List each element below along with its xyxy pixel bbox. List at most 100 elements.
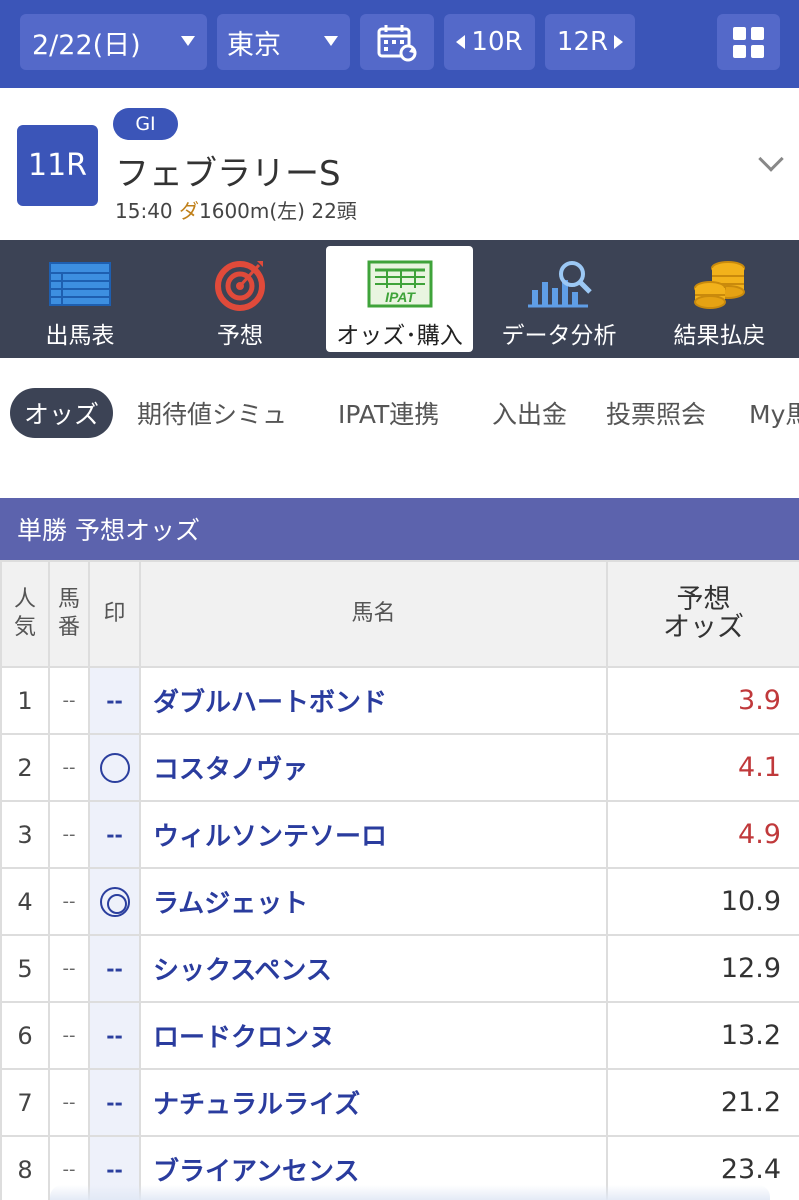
popularity-cell: 8	[0, 1135, 50, 1200]
horse-number-cell: --	[48, 800, 90, 869]
tab-deposit[interactable]: 入出金	[492, 388, 567, 438]
nav-odds-purchase[interactable]: IPAT オッズ･購入	[326, 246, 473, 352]
triangle-right-icon	[614, 35, 624, 49]
entry-table-icon	[49, 262, 111, 306]
odds-value: 3.9	[606, 666, 799, 735]
horse-number-cell: --	[48, 666, 90, 735]
mark-cell[interactable]: --	[88, 1068, 141, 1137]
table-row[interactable]: 1 -- -- ダブルハートボンド 3.9	[0, 666, 799, 735]
mark-cell[interactable]: --	[88, 800, 141, 869]
mark-cell[interactable]: --	[88, 934, 141, 1003]
target-icon	[215, 261, 265, 311]
caret-down-icon	[181, 36, 195, 46]
mark-text: --	[106, 956, 123, 981]
mark-text: --	[106, 1090, 123, 1115]
venue-label: 東京	[227, 29, 281, 61]
next-race-button[interactable]: 12R	[545, 14, 635, 70]
nav-data-analysis[interactable]: データ分析	[478, 240, 640, 358]
odds-value: 4.1	[606, 733, 799, 802]
table-row[interactable]: 7 -- -- ナチュラルライズ 21.2	[0, 1068, 799, 1137]
table-row[interactable]: 4 -- ラムジェット 10.9	[0, 867, 799, 936]
section-title: 単勝 予想オッズ	[0, 498, 799, 560]
table-row[interactable]: 2 -- コスタノヴァ 4.1	[0, 733, 799, 802]
tab-vote-inquiry[interactable]: 投票照会	[606, 388, 706, 438]
tab-ipat-link[interactable]: IPAT連携	[338, 388, 439, 438]
date-select[interactable]: 2/22(日)	[20, 14, 207, 70]
popularity-cell: 4	[0, 867, 50, 936]
chevron-down-icon[interactable]	[758, 146, 784, 172]
tab-odds[interactable]: オッズ	[10, 388, 114, 438]
header-odds[interactable]: 予想 オッズ	[606, 560, 799, 668]
calendar-button[interactable]	[360, 14, 434, 70]
horse-number-cell: --	[48, 1001, 90, 1070]
mark-text: --	[106, 1023, 123, 1048]
nav-label: 出馬表	[45, 323, 115, 349]
main-nav: 出馬表 予想 IPAT オッズ･購入 データ分析 結果払戻	[0, 240, 799, 358]
popularity-cell: 6	[0, 1001, 50, 1070]
table-row[interactable]: 3 -- -- ウィルソンテソーロ 4.9	[0, 800, 799, 869]
race-header[interactable]: 11R GI フェブラリーS 15:40 ダ1600m(左) 22頭	[0, 88, 799, 240]
race-surface: ダ	[179, 199, 199, 223]
triangle-left-icon	[456, 35, 466, 49]
nav-entry-table[interactable]: 出馬表	[0, 240, 160, 358]
horse-number-cell: --	[48, 733, 90, 802]
odds-value: 4.9	[606, 800, 799, 869]
race-name: フェブラリーS	[115, 154, 341, 194]
odds-value: 12.9	[606, 934, 799, 1003]
prev-race-label: 10R	[471, 27, 523, 57]
horse-name-link[interactable]: ダブルハートボンド	[139, 666, 608, 735]
horse-name-link[interactable]: ナチュラルライズ	[139, 1068, 608, 1137]
horse-name-link[interactable]: ウィルソンテソーロ	[139, 800, 608, 869]
horse-number-cell: --	[48, 1068, 90, 1137]
odds-value: 13.2	[606, 1001, 799, 1070]
header-popularity[interactable]: 人気	[0, 560, 50, 668]
calendar-refresh-icon	[377, 25, 417, 62]
horse-name-link[interactable]: シックスペンス	[139, 934, 608, 1003]
popularity-cell: 7	[0, 1068, 50, 1137]
header-mark: 印	[88, 560, 141, 668]
circle-mark-icon	[99, 752, 130, 783]
top-bar: 2/22(日) 東京 10R 12R	[0, 0, 799, 88]
popularity-cell: 1	[0, 666, 50, 735]
popularity-cell: 3	[0, 800, 50, 869]
race-time: 15:40	[115, 199, 173, 223]
nav-prediction[interactable]: 予想	[160, 240, 320, 358]
race-info: 15:40 ダ1600m(左) 22頭	[115, 195, 357, 224]
race-distance: 1600m(左)	[199, 199, 305, 223]
coins-icon	[693, 261, 745, 309]
prev-race-button[interactable]: 10R	[444, 14, 535, 70]
mark-cell[interactable]: --	[88, 1001, 141, 1070]
bottom-overlay	[50, 1185, 770, 1200]
tab-my-horse[interactable]: My馬	[749, 388, 799, 438]
mark-cell[interactable]: --	[88, 666, 141, 735]
nav-label: 結果払戻	[673, 323, 766, 349]
mark-cell[interactable]	[88, 867, 141, 936]
horse-name-link[interactable]: コスタノヴァ	[139, 733, 608, 802]
svg-text:IPAT: IPAT	[385, 289, 416, 305]
sub-tabs: オッズ 期待値シミュ IPAT連携 入出金 投票照会 My馬	[0, 358, 799, 468]
tab-ev-simulation[interactable]: 期待値シミュ	[137, 388, 287, 438]
horse-number-cell: --	[48, 934, 90, 1003]
table-row[interactable]: 5 -- -- シックスペンス 12.9	[0, 934, 799, 1003]
table-row[interactable]: 6 -- -- ロードクロンヌ 13.2	[0, 1001, 799, 1070]
venue-select[interactable]: 東京	[217, 14, 350, 70]
double-circle-mark-icon	[99, 886, 130, 917]
header-horse-number[interactable]: 馬番	[48, 560, 90, 668]
nav-results[interactable]: 結果払戻	[640, 240, 799, 358]
ipat-icon: IPAT	[367, 260, 432, 308]
odds-value: 21.2	[606, 1068, 799, 1137]
table-header-row: 人気 馬番 印 馬名 予想 オッズ	[0, 560, 799, 668]
nav-label: 予想	[217, 323, 263, 349]
race-number-badge: 11R	[17, 125, 98, 206]
mark-text: --	[106, 688, 123, 713]
chart-magnifier-icon	[528, 261, 592, 308]
menu-button[interactable]	[717, 14, 780, 70]
next-race-label: 12R	[556, 27, 609, 57]
mark-cell[interactable]	[88, 733, 141, 802]
horse-number-cell: --	[48, 867, 90, 936]
horse-name-link[interactable]: ロードクロンヌ	[139, 1001, 608, 1070]
grid-menu-icon	[733, 26, 764, 58]
nav-label: データ分析	[501, 323, 617, 349]
mark-text: --	[106, 822, 123, 847]
horse-name-link[interactable]: ラムジェット	[139, 867, 608, 936]
